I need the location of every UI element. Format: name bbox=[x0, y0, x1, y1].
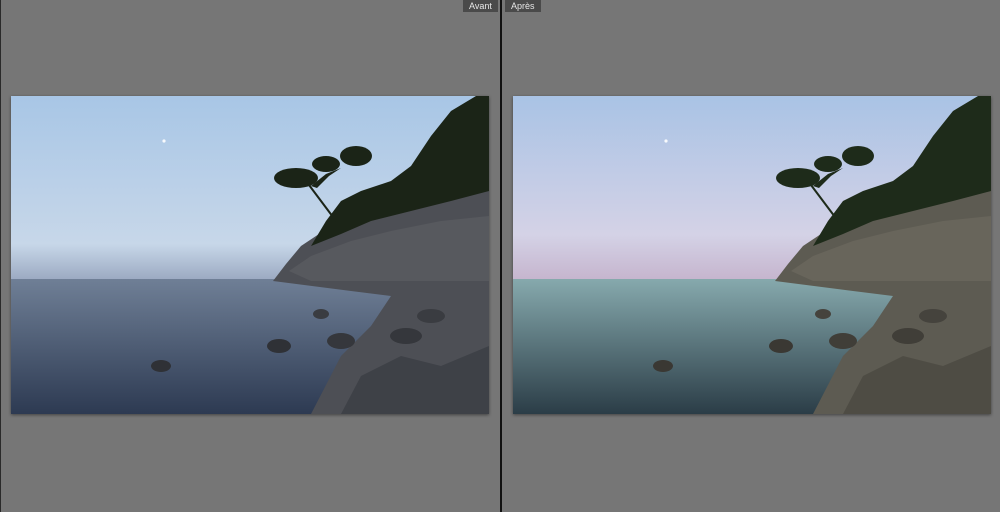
before-photo-image bbox=[11, 96, 489, 414]
before-after-compare-view: Avant Après bbox=[0, 0, 1000, 512]
after-photo[interactable] bbox=[513, 96, 991, 414]
before-label: Avant bbox=[463, 0, 498, 12]
left-edge-line bbox=[0, 0, 1, 512]
after-pane[interactable] bbox=[502, 0, 1000, 512]
before-pane[interactable] bbox=[0, 0, 500, 512]
after-photo-image bbox=[513, 96, 991, 414]
before-photo[interactable] bbox=[11, 96, 489, 414]
after-label: Après bbox=[505, 0, 541, 12]
